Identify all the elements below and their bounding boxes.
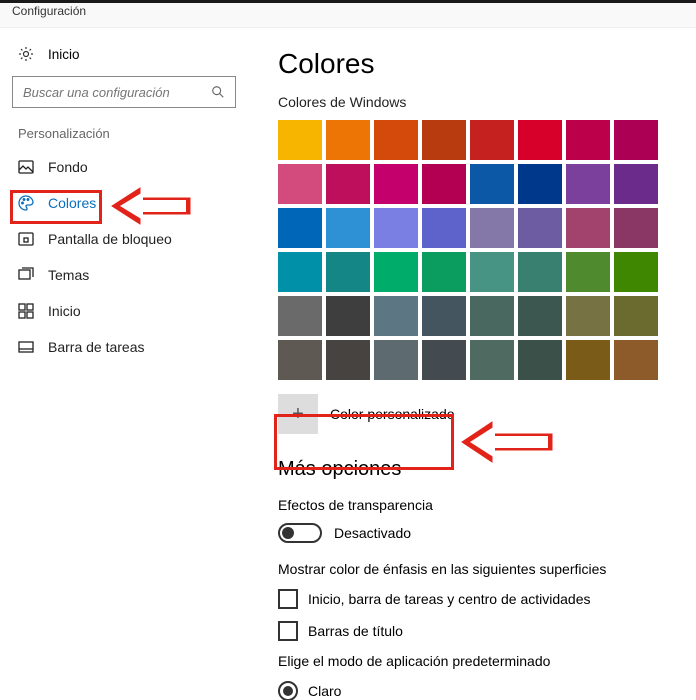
sidebar-item-label: Pantalla de bloqueo (48, 231, 172, 247)
color-swatch[interactable] (566, 164, 610, 204)
color-swatch[interactable] (326, 164, 370, 204)
color-swatch[interactable] (422, 120, 466, 160)
color-swatch[interactable] (614, 164, 658, 204)
check-inicio-taskbar[interactable]: Inicio, barra de tareas y centro de acti… (278, 589, 688, 609)
color-swatch[interactable] (566, 252, 610, 292)
color-swatch[interactable] (278, 340, 322, 380)
color-swatch[interactable] (374, 164, 418, 204)
color-swatch[interactable] (374, 208, 418, 248)
themes-icon (18, 267, 34, 283)
color-swatch[interactable] (422, 252, 466, 292)
color-swatch[interactable] (470, 164, 514, 204)
color-swatch[interactable] (422, 208, 466, 248)
radio-claro[interactable]: Claro (278, 681, 688, 700)
color-swatch[interactable] (518, 120, 562, 160)
color-swatch[interactable] (326, 340, 370, 380)
palette-icon (18, 195, 34, 211)
checkbox-icon (278, 621, 298, 641)
start-icon (18, 303, 34, 319)
color-swatch[interactable] (470, 120, 514, 160)
color-grid (278, 120, 688, 380)
color-swatch[interactable] (518, 208, 562, 248)
color-swatch[interactable] (326, 120, 370, 160)
color-swatch[interactable] (470, 340, 514, 380)
color-swatch[interactable] (278, 208, 322, 248)
color-swatch[interactable] (566, 340, 610, 380)
transparency-state: Desactivado (334, 525, 411, 541)
more-options-heading: Más opciones (278, 458, 688, 481)
color-swatch[interactable] (422, 340, 466, 380)
color-swatch[interactable] (326, 252, 370, 292)
color-swatch[interactable] (614, 340, 658, 380)
color-swatch[interactable] (518, 340, 562, 380)
sidebar: Inicio Personalización Fondo Colores (0, 28, 248, 700)
color-swatch[interactable] (518, 164, 562, 204)
page-title: Colores (278, 48, 688, 80)
window-title: Configuración (12, 4, 86, 18)
color-swatch[interactable] (374, 296, 418, 336)
transparency-toggle[interactable] (278, 523, 322, 543)
color-swatch[interactable] (326, 208, 370, 248)
custom-color-button[interactable]: + (278, 394, 318, 434)
grid-label: Colores de Windows (278, 94, 688, 110)
mode-description: Elige el modo de aplicación predetermina… (278, 653, 688, 669)
color-swatch[interactable] (518, 296, 562, 336)
check-label: Barras de título (308, 623, 403, 639)
color-swatch[interactable] (614, 120, 658, 160)
plus-icon: + (292, 403, 304, 426)
accent-description: Mostrar color de énfasis en las siguient… (278, 561, 688, 577)
sidebar-item-label: Colores (48, 195, 96, 211)
sidebar-item-label: Temas (48, 267, 89, 283)
search-input[interactable] (12, 76, 236, 108)
sidebar-item-label: Barra de tareas (48, 339, 145, 355)
color-swatch[interactable] (374, 120, 418, 160)
lockscreen-icon (18, 231, 34, 247)
sidebar-item-label: Fondo (48, 159, 88, 175)
sidebar-item-fondo[interactable]: Fondo (0, 149, 248, 185)
color-swatch[interactable] (518, 252, 562, 292)
sidebar-item-label: Inicio (48, 303, 81, 319)
color-swatch[interactable] (326, 296, 370, 336)
custom-color-label: Color personalizado (330, 406, 455, 422)
color-swatch[interactable] (278, 164, 322, 204)
color-swatch[interactable] (278, 120, 322, 160)
picture-icon (18, 159, 34, 175)
sidebar-item-inicio[interactable]: Inicio (0, 293, 248, 329)
radio-label: Claro (308, 683, 341, 699)
transparency-label: Efectos de transparencia (278, 497, 688, 513)
color-swatch[interactable] (278, 296, 322, 336)
window-titlebar: Configuración (0, 0, 696, 28)
home-button[interactable]: Inicio (0, 40, 248, 76)
sidebar-item-temas[interactable]: Temas (0, 257, 248, 293)
color-swatch[interactable] (374, 340, 418, 380)
color-swatch[interactable] (470, 208, 514, 248)
color-swatch[interactable] (422, 296, 466, 336)
sidebar-item-pantalla-bloqueo[interactable]: Pantalla de bloqueo (0, 221, 248, 257)
color-swatch[interactable] (566, 120, 610, 160)
taskbar-icon (18, 339, 34, 355)
sidebar-item-colores[interactable]: Colores (0, 185, 248, 221)
home-label: Inicio (48, 47, 80, 62)
color-swatch[interactable] (566, 208, 610, 248)
color-swatch[interactable] (422, 164, 466, 204)
check-title-bars[interactable]: Barras de título (278, 621, 688, 641)
color-swatch[interactable] (374, 252, 418, 292)
checkbox-icon (278, 589, 298, 609)
color-swatch[interactable] (614, 252, 658, 292)
check-label: Inicio, barra de tareas y centro de acti… (308, 591, 591, 607)
color-swatch[interactable] (470, 252, 514, 292)
color-swatch[interactable] (614, 296, 658, 336)
main-content: Colores Colores de Windows + Color perso… (248, 28, 696, 700)
color-swatch[interactable] (614, 208, 658, 248)
radio-icon (278, 681, 298, 700)
transparency-block: Efectos de transparencia Desactivado (278, 495, 688, 551)
color-swatch[interactable] (278, 252, 322, 292)
search-field[interactable] (23, 85, 211, 100)
color-swatch[interactable] (566, 296, 610, 336)
sidebar-item-barra-tareas[interactable]: Barra de tareas (0, 329, 248, 365)
gear-icon (18, 46, 34, 62)
color-swatch[interactable] (470, 296, 514, 336)
section-label: Personalización (0, 126, 248, 149)
search-icon (211, 85, 225, 99)
